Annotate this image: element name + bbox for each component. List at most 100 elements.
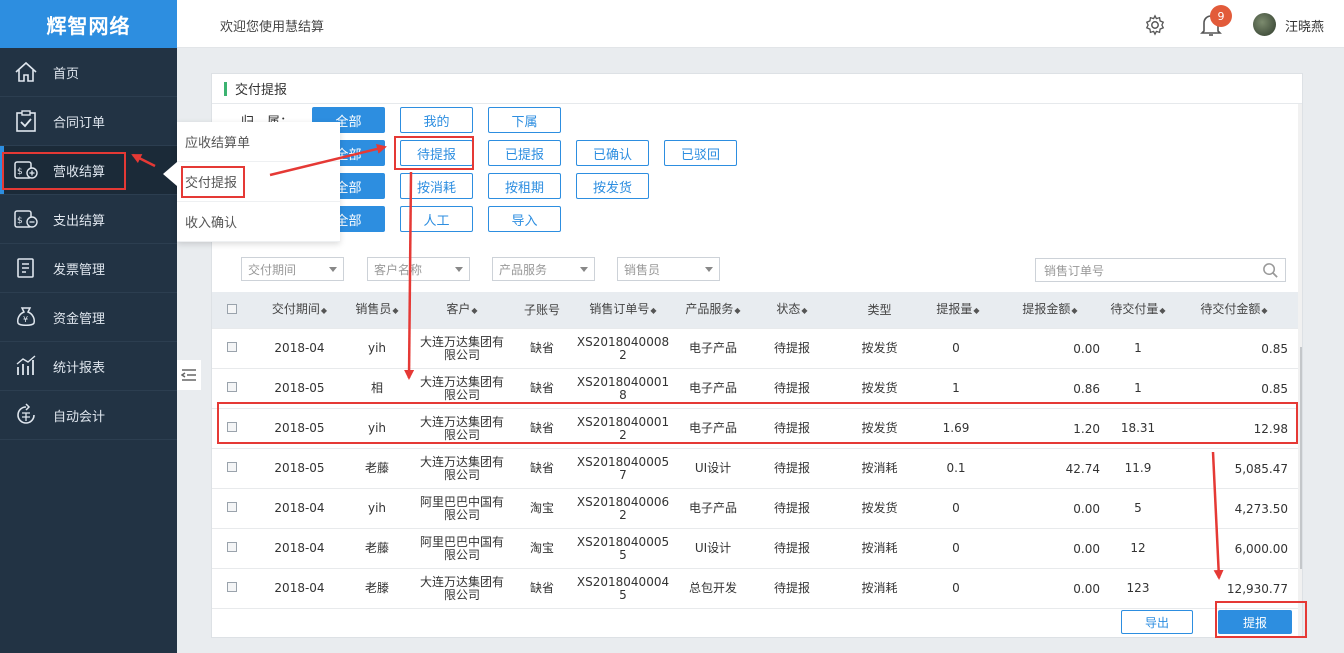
order-search-input[interactable]: 销售订单号: [1035, 258, 1286, 282]
row-checkbox[interactable]: [227, 502, 237, 512]
row-checkbox[interactable]: [227, 382, 237, 392]
col-header[interactable]: 销售员◆: [347, 303, 407, 317]
col-header-label: 客户: [446, 302, 471, 316]
table-cell: 缺省: [517, 582, 567, 595]
period-dropdown[interactable]: 交付期间: [241, 257, 344, 281]
sort-icon: ◆: [1071, 306, 1078, 315]
table-row[interactable]: 2018-04 老藤 阿里巴巴中国有 限公司 淘宝 XS2018040005 5 UI设计 待提…: [212, 529, 1298, 569]
col-header[interactable]: 提报量◆: [922, 303, 994, 317]
table-cell: 大连万达集团有 限公司: [407, 455, 517, 482]
filter-ownership-mine[interactable]: 我的: [400, 107, 473, 133]
cell-salesperson: yih: [367, 341, 387, 355]
cell-subaccount: 缺省: [529, 581, 554, 595]
cell-order-no: XS2018040005: [576, 454, 670, 469]
cell-type: 按发货: [861, 381, 898, 395]
product-dropdown[interactable]: 产品服务: [492, 257, 595, 281]
salesperson-dropdown[interactable]: 销售员: [617, 257, 720, 281]
submenu-item-income-confirm[interactable]: 收入确认: [177, 202, 340, 242]
cell-report-qty: 0: [952, 341, 960, 355]
cell-order-no: XS2018040008: [576, 334, 670, 349]
panel-title: 交付提报: [235, 83, 288, 98]
table-cell: 待提报: [747, 542, 837, 555]
sort-icon: ◆: [650, 306, 657, 315]
col-header[interactable]: 提报金额◆: [994, 303, 1106, 317]
table-cell: 2018-04: [252, 582, 347, 595]
sidebar-item-contract-orders[interactable]: 合同订单: [0, 97, 177, 146]
sort-icon: ◆: [973, 306, 980, 315]
cell-pending-qty: 11.9: [1124, 461, 1152, 475]
col-header-label: 待交付量: [1110, 302, 1159, 316]
row-checkbox[interactable]: [227, 462, 237, 472]
filter-source-import[interactable]: 导入: [488, 206, 561, 232]
col-header-label: 销售员: [355, 302, 392, 316]
submenu-item-receivable[interactable]: 应收结算单: [177, 122, 340, 162]
vertical-scrollbar[interactable]: [1298, 104, 1302, 637]
col-header[interactable]: 客户◆: [407, 303, 517, 317]
row-checkbox[interactable]: [227, 342, 237, 352]
table-cell: 2018-04: [252, 342, 347, 355]
scrollbar-thumb[interactable]: [1300, 347, 1302, 569]
table-cell: 按消耗: [837, 542, 922, 555]
app-logo[interactable]: 辉智网络: [0, 0, 177, 48]
row-checkbox[interactable]: [227, 582, 237, 592]
invoice-icon: [12, 256, 40, 280]
row-checkbox[interactable]: [227, 542, 237, 552]
cell-subaccount: 缺省: [529, 461, 554, 475]
table-row[interactable]: 2018-04 yih 阿里巴巴中国有 限公司 淘宝 XS2018040006 2 电子产品待…: [212, 489, 1298, 529]
col-header[interactable]: 待交付金额◆: [1170, 303, 1298, 317]
cell-order-no: XS2018040001: [576, 374, 670, 389]
filter-ownership-subordinate[interactable]: 下属: [488, 107, 561, 133]
cell-report-qty: 1: [952, 381, 960, 395]
sidebar-item-auto-accounting[interactable]: 自动会计: [0, 391, 177, 440]
cell-pending-qty: 12: [1130, 541, 1146, 555]
table-cell: XS2018040006 2: [567, 494, 679, 522]
filter-source-manual[interactable]: 人工: [400, 206, 473, 232]
col-header[interactable]: 产品服务◆: [679, 303, 747, 317]
table-row[interactable]: 2018-05 老藤 大连万达集团有 限公司 缺省 XS2018040005 7 UI设计 待提…: [212, 449, 1298, 489]
table-row[interactable]: 2018-04 yih 大连万达集团有 限公司 缺省 XS2018040008 2 电子产品待…: [212, 329, 1298, 369]
filter-status-rejected[interactable]: 已驳回: [664, 140, 737, 166]
col-header-label: 销售订单号: [589, 302, 650, 316]
select-all-cell[interactable]: [212, 303, 252, 317]
table-row[interactable]: 2018-04 老滕 大连万达集团有 限公司 缺省 XS2018040004 5 总包开发 待提…: [212, 569, 1298, 609]
money-bag-icon: ¥: [12, 305, 40, 329]
filter-status-confirmed[interactable]: 已确认: [576, 140, 649, 166]
title-accent-bar: [224, 81, 227, 96]
table-cell: [212, 342, 252, 355]
dropdown-label: 交付期间: [248, 262, 297, 277]
customer-dropdown[interactable]: 客户名称: [367, 257, 470, 281]
sidebar-item-home[interactable]: 首页: [0, 48, 177, 97]
cell-report-qty: 0: [952, 541, 960, 555]
table-cell: 12: [1106, 542, 1170, 555]
cell-pending-amount: 6,000.00: [1234, 541, 1288, 556]
gear-icon[interactable]: [1144, 14, 1166, 36]
cell-pending-qty: 123: [1126, 581, 1150, 595]
sidebar-item-fund-management[interactable]: ¥ 资金管理: [0, 293, 177, 342]
sidebar-item-invoice-management[interactable]: 发票管理: [0, 244, 177, 293]
cell-pending-qty: 1: [1134, 381, 1142, 395]
search-icon[interactable]: [1262, 262, 1279, 279]
username[interactable]: 汪晓燕: [1285, 16, 1324, 35]
table-cell: 电子产品: [679, 382, 747, 395]
select-all-checkbox[interactable]: [227, 303, 237, 314]
avatar[interactable]: [1253, 13, 1276, 36]
filter-status-submitted[interactable]: 已提报: [488, 140, 561, 166]
export-button[interactable]: 导出: [1121, 610, 1193, 634]
sidebar-item-expense-settlement[interactable]: $ 支出结算: [0, 195, 177, 244]
cell-order-no: XS2018040006: [576, 494, 670, 509]
col-header[interactable]: 交付期间◆: [252, 303, 347, 317]
filter-type-lease[interactable]: 按租期: [488, 173, 561, 199]
sidebar-item-label: 支出结算: [53, 213, 106, 229]
col-header[interactable]: 状态◆: [747, 303, 837, 317]
table-cell: 1: [1106, 382, 1170, 395]
col-header: 类型: [837, 303, 922, 317]
cell-order-no: 5: [619, 547, 627, 562]
cell-period: 2018-04: [274, 341, 325, 355]
collapse-sidebar-icon[interactable]: [177, 360, 201, 390]
col-header[interactable]: 销售订单号◆: [567, 303, 679, 317]
filter-type-shipment[interactable]: 按发货: [576, 173, 649, 199]
sort-icon: ◆: [801, 306, 808, 315]
sidebar-item-statistics[interactable]: 统计报表: [0, 342, 177, 391]
filter-type-consumption[interactable]: 按消耗: [400, 173, 473, 199]
col-header[interactable]: 待交付量◆: [1106, 303, 1170, 317]
